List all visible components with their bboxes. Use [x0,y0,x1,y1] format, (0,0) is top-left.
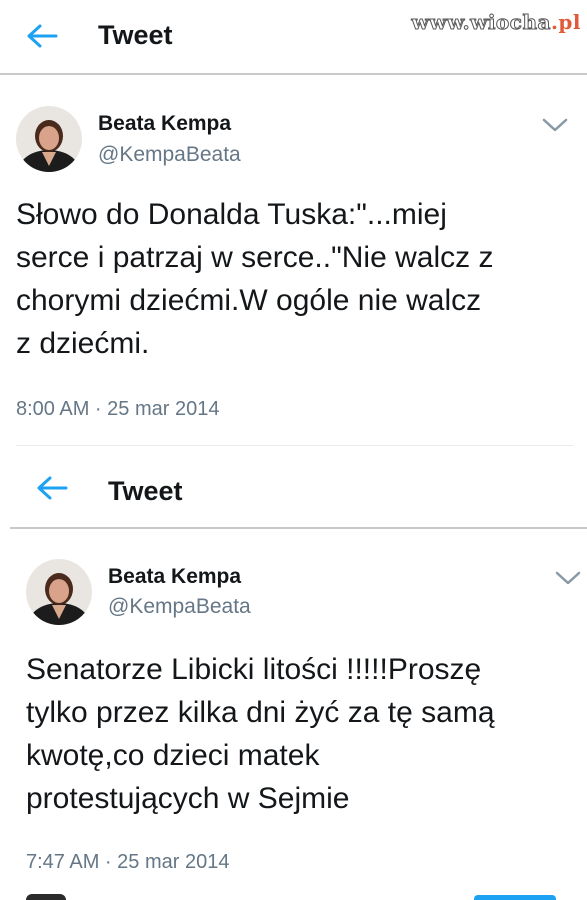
tweet-menu-button[interactable] [553,565,583,589]
content-divider [16,445,573,446]
chevron-down-icon [555,571,581,585]
back-arrow-icon [27,24,58,48]
handle[interactable]: @KempaBeata [98,143,241,167]
tweet-text-line: Słowo do Donalda Tuska:"...miej [16,198,447,231]
display-name[interactable]: Beata Kempa [108,565,241,589]
partial-follow-button[interactable] [474,895,556,900]
partial-avatar [26,894,66,900]
header-bar: Tweet [0,0,587,72]
page-title: Tweet [98,20,173,50]
page-title: Tweet [108,476,183,506]
avatar[interactable] [16,106,82,172]
timestamp[interactable]: 7:47 AM · 25 mar 2014 [26,851,229,874]
handle[interactable]: @KempaBeata [108,595,251,619]
timestamp[interactable]: 8:00 AM · 25 mar 2014 [16,398,219,421]
back-button[interactable] [32,468,72,508]
header-divider [10,527,587,529]
chevron-down-icon [542,118,568,132]
tweet-text-line: protestujących w Sejmie [26,782,350,815]
back-button[interactable] [22,16,62,56]
header-divider [0,73,587,75]
tweet-text-line: serce i patrzaj w serce.."Nie walcz z [16,241,494,274]
tweet-text: Senatorze Libicki litości !!!!!Proszę ty… [26,648,581,820]
tweet-text-line: kwotę,co dzieci matek [26,739,320,772]
header-bar: Tweet [0,452,587,524]
tweet-text-line: chorymi dziećmi.W ogóle nie walcz [16,284,482,317]
tweet-text-line: tylko przez kilka dni żyć za tę samą [26,696,495,729]
tweet-text: Słowo do Donalda Tuska:"...miej serce i … [16,193,576,365]
display-name[interactable]: Beata Kempa [98,112,231,136]
back-arrow-icon [37,476,68,500]
tweet-text-line: Senatorze Libicki litości !!!!!Proszę [26,653,482,686]
avatar[interactable] [26,559,92,625]
tweet-text-line: z dziećmi. [16,327,150,360]
tweet-menu-button[interactable] [540,112,570,136]
